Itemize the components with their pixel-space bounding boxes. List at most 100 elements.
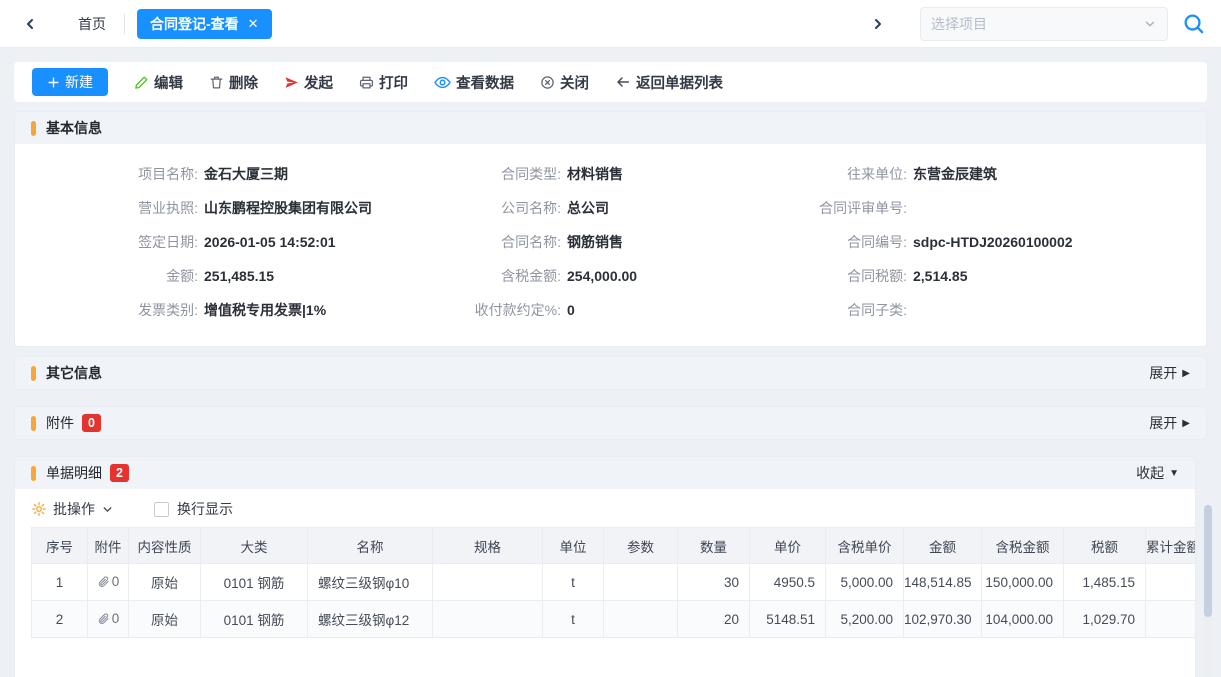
col-header-cumulative: 累计金额 bbox=[1146, 528, 1197, 564]
pencil-icon bbox=[134, 75, 149, 90]
chevron-down-icon bbox=[101, 503, 114, 516]
other-info-header[interactable]: 其它信息 展开 ▶ bbox=[15, 357, 1206, 389]
cell-param bbox=[604, 564, 678, 601]
plus-icon bbox=[47, 76, 60, 89]
attachment-link[interactable]: 0 bbox=[97, 611, 120, 626]
send-icon bbox=[284, 75, 299, 90]
cell-attachment: 0 bbox=[88, 564, 129, 601]
project-select[interactable] bbox=[920, 7, 1168, 41]
tabs-scroll-left-icon[interactable] bbox=[18, 12, 42, 36]
col-header-attachment: 附件 bbox=[88, 528, 129, 564]
tab-contract-register-view[interactable]: 合同登记-查看 ✕ bbox=[137, 9, 272, 39]
circle-x-icon bbox=[540, 75, 555, 90]
cell-seq: 1 bbox=[32, 564, 88, 601]
new-button[interactable]: 新建 bbox=[32, 68, 108, 96]
table-header-row: 序号 附件 内容性质 大类 名称 规格 单位 参数 数量 单价 含税单价 金额 … bbox=[32, 528, 1197, 564]
delete-button[interactable]: 删除 bbox=[209, 72, 258, 93]
field-label: 公司名称: bbox=[394, 198, 561, 218]
tab-divider bbox=[124, 14, 125, 34]
project-select-input[interactable] bbox=[931, 16, 1143, 32]
batch-operations-button[interactable]: 批操作 bbox=[31, 499, 114, 519]
tab-close-icon[interactable]: ✕ bbox=[248, 16, 259, 32]
table-row[interactable]: 2 0 原始 0101 钢筋 螺纹三级钢φ12 t 20 5148.51 bbox=[32, 601, 1197, 638]
detail-table: 序号 附件 内容性质 大类 名称 规格 单位 参数 数量 单价 含税单价 金额 … bbox=[31, 527, 1196, 638]
search-icon[interactable] bbox=[1182, 12, 1205, 35]
attachments-section[interactable]: 附件 0 展开 ▶ bbox=[14, 406, 1207, 440]
paperclip-icon bbox=[97, 612, 110, 625]
detail-collapse-toggle[interactable]: 收起 ▼ bbox=[1136, 463, 1179, 483]
back-to-list-button-label: 返回单据列表 bbox=[636, 72, 723, 93]
field-value: 251,485.15 bbox=[204, 268, 274, 284]
field-value: 山东鹏程控股集团有限公司 bbox=[204, 198, 372, 218]
attachment-link[interactable]: 0 bbox=[97, 574, 120, 589]
wrap-display-control: 换行显示 bbox=[154, 499, 233, 519]
active-tab-label: 合同登记-查看 bbox=[150, 14, 239, 34]
col-header-name: 名称 bbox=[308, 528, 433, 564]
scrollbar-thumb[interactable] bbox=[1204, 505, 1212, 617]
cell-content-nature: 原始 bbox=[129, 601, 201, 638]
other-info-expand-toggle[interactable]: 展开 ▶ bbox=[1149, 363, 1190, 383]
col-header-amount: 金额 bbox=[904, 528, 982, 564]
tab-home[interactable]: 首页 bbox=[64, 14, 120, 34]
field-value: 0 bbox=[567, 302, 575, 318]
attachments-header[interactable]: 附件 0 展开 ▶ bbox=[15, 407, 1206, 439]
attachments-expand-toggle[interactable]: 展开 ▶ bbox=[1149, 413, 1190, 433]
wrap-display-checkbox[interactable] bbox=[154, 502, 169, 517]
cell-amount-with-tax: 150,000.00 bbox=[982, 564, 1064, 601]
table-row[interactable]: 1 0 原始 0101 钢筋 螺纹三级钢φ10 t 30 4950.5 bbox=[32, 564, 1197, 601]
field-value: 材料销售 bbox=[567, 164, 623, 184]
basic-info-section: 基本信息 项目名称:金石大厦三期 合同类型:材料销售 往来单位:东营金辰建筑 营… bbox=[14, 111, 1207, 347]
field-label: 签定日期: bbox=[15, 232, 198, 252]
field-label: 金额: bbox=[15, 266, 198, 286]
view-data-button[interactable]: 查看数据 bbox=[434, 72, 514, 93]
field-label: 合同子类: bbox=[740, 300, 907, 320]
cell-param bbox=[604, 601, 678, 638]
field-value: 2026-01-05 14:52:01 bbox=[204, 234, 336, 250]
cell-category: 0101 钢筋 bbox=[201, 601, 308, 638]
field-label: 合同名称: bbox=[394, 232, 561, 252]
field-value: 增值税专用发票|1% bbox=[204, 300, 326, 320]
section-marker bbox=[31, 121, 36, 136]
attachments-count-badge: 0 bbox=[82, 414, 101, 432]
info-row: 签定日期:2026-01-05 14:52:01 合同名称:钢筋销售 合同编号:… bbox=[15, 225, 1206, 259]
cell-qty: 30 bbox=[678, 564, 750, 601]
field-value: 2,514.85 bbox=[913, 268, 968, 284]
print-button-label: 打印 bbox=[379, 72, 408, 93]
expand-label: 展开 bbox=[1149, 363, 1177, 383]
top-tab-bar: 首页 合同登记-查看 ✕ bbox=[0, 0, 1221, 48]
close-button[interactable]: 关闭 bbox=[540, 72, 589, 93]
cell-spec bbox=[433, 564, 543, 601]
initiate-button[interactable]: 发起 bbox=[284, 72, 333, 93]
detail-header[interactable]: 单据明细 2 收起 ▼ bbox=[15, 457, 1195, 489]
delete-button-label: 删除 bbox=[229, 72, 258, 93]
section-marker bbox=[31, 416, 36, 431]
section-marker bbox=[31, 366, 36, 381]
info-row: 发票类别:增值税专用发票|1% 收付款约定%:0 合同子类: bbox=[15, 293, 1206, 327]
tabs-scroll-right-icon[interactable] bbox=[866, 12, 890, 36]
back-to-list-button[interactable]: 返回单据列表 bbox=[615, 72, 723, 93]
cell-amount: 102,970.30 bbox=[904, 601, 982, 638]
cell-name: 螺纹三级钢φ10 bbox=[308, 564, 433, 601]
triangle-down-icon: ▼ bbox=[1169, 468, 1179, 479]
view-data-button-label: 查看数据 bbox=[456, 72, 514, 93]
cell-price-with-tax: 5,000.00 bbox=[826, 564, 904, 601]
field-label: 发票类别: bbox=[15, 300, 198, 320]
cell-qty: 20 bbox=[678, 601, 750, 638]
field-label: 含税金额: bbox=[394, 266, 561, 286]
cell-tax: 1,029.70 bbox=[1064, 601, 1146, 638]
cell-category: 0101 钢筋 bbox=[201, 564, 308, 601]
cell-amount: 148,514.85 bbox=[904, 564, 982, 601]
other-info-section[interactable]: 其它信息 展开 ▶ bbox=[14, 356, 1207, 390]
attachment-count: 0 bbox=[112, 574, 120, 589]
info-row: 项目名称:金石大厦三期 合同类型:材料销售 往来单位:东营金辰建筑 bbox=[15, 157, 1206, 191]
vertical-scrollbar[interactable] bbox=[1204, 505, 1212, 677]
edit-button[interactable]: 编辑 bbox=[134, 72, 183, 93]
eye-icon bbox=[434, 74, 451, 91]
print-button[interactable]: 打印 bbox=[359, 72, 408, 93]
expand-label: 展开 bbox=[1149, 413, 1177, 433]
collapse-label: 收起 bbox=[1136, 463, 1164, 483]
app-window: 首页 合同登记-查看 ✕ 新建 bbox=[0, 0, 1221, 677]
field-label: 合同类型: bbox=[394, 164, 561, 184]
section-marker bbox=[31, 466, 36, 481]
gear-icon bbox=[31, 501, 47, 517]
